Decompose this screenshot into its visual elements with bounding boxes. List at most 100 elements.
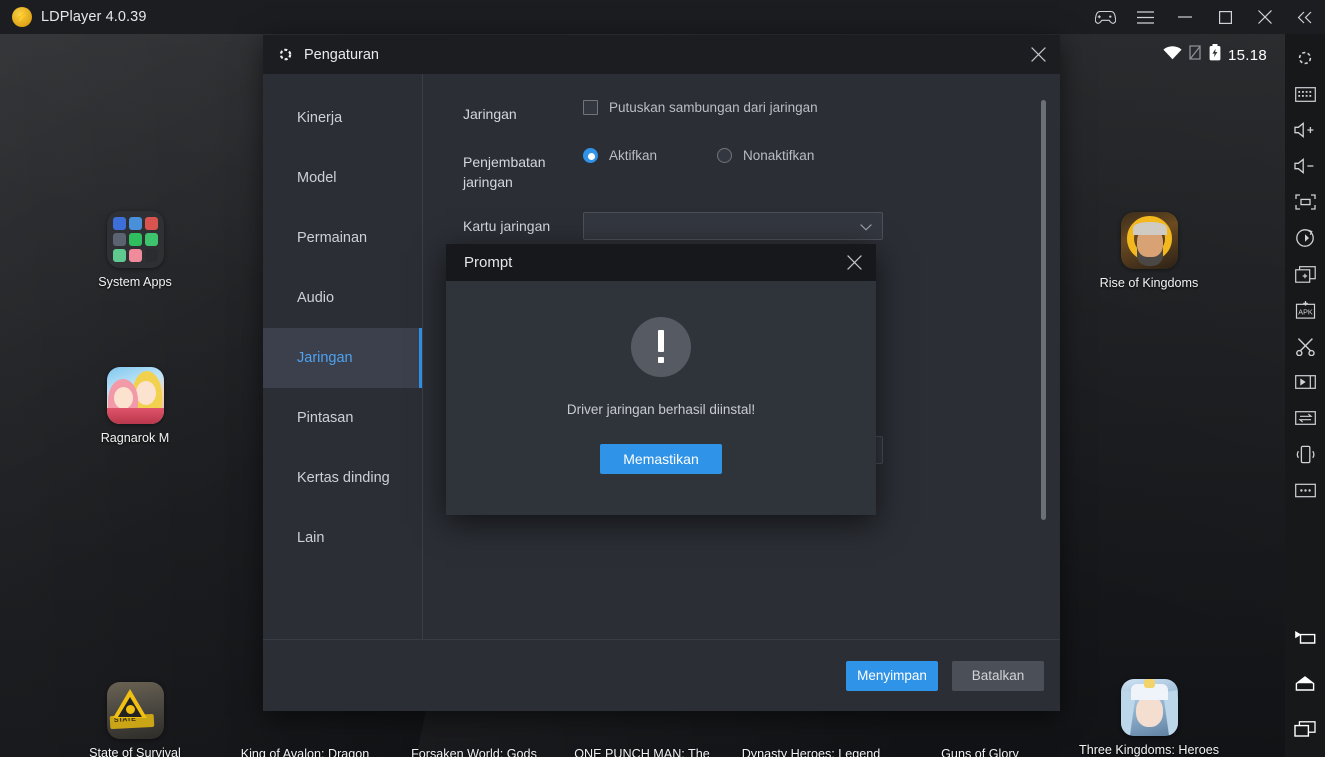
signal-off-icon	[1189, 45, 1202, 65]
exclamation-icon	[631, 317, 691, 377]
network-card-control	[583, 212, 1030, 240]
sidebar-item-audio[interactable]: Audio	[263, 268, 422, 328]
network-card-select[interactable]	[583, 212, 883, 240]
chevron-down-icon	[860, 219, 872, 234]
sidebar-item-permainan[interactable]: Permainan	[263, 208, 422, 268]
status-time: 15.18	[1227, 46, 1267, 64]
row-network-card: Kartu jaringan	[423, 212, 1060, 240]
app-label-one-punch-man: ONE PUNCH MAN: The Strongest	[574, 747, 710, 757]
radio-enable[interactable]: Aktifkan	[583, 148, 657, 163]
scrollbar-thumb[interactable]	[1041, 100, 1046, 520]
ldplayer-logo-icon	[12, 7, 32, 27]
checkbox-box	[583, 100, 598, 115]
settings-footer: Menyimpan Batalkan	[263, 639, 1060, 711]
sidebar-item-label: Audio	[297, 290, 335, 306]
app-icon-ragnarok-m[interactable]: Ragnarok M	[79, 367, 191, 446]
sidebar-item-kertas-dinding[interactable]: Kertas dinding	[263, 448, 422, 508]
back-icon[interactable]	[1285, 619, 1325, 655]
menu-icon[interactable]	[1125, 0, 1165, 34]
radio-label: Nonaktifkan	[743, 148, 815, 163]
keyboard-icon[interactable]	[1285, 76, 1325, 112]
prompt-message: Driver jaringan berhasil diinstal!	[566, 402, 756, 417]
app-label-guns-of-glory: Guns of Glory	[941, 747, 1019, 757]
settings-gear-icon[interactable]	[1285, 40, 1325, 76]
exclamation-mark	[658, 330, 664, 364]
settings-close-button[interactable]	[1016, 35, 1060, 74]
home-icon[interactable]	[1285, 665, 1325, 701]
network-control: Putuskan sambungan dari jaringan	[583, 100, 1030, 120]
shake-device-icon[interactable]	[1285, 436, 1325, 472]
android-statusbar: 15.18	[1163, 44, 1267, 66]
battery-charging-icon	[1209, 44, 1221, 66]
sidebar-item-jaringan[interactable]: Jaringan	[263, 328, 422, 388]
settings-sidebar: Kinerja Model Permainan Audio Jaringan P…	[263, 74, 423, 639]
shake-transfer-icon[interactable]	[1285, 400, 1325, 436]
cancel-button[interactable]: Batalkan	[952, 660, 1044, 691]
row-bridging: Penjembatan jaringan Aktifkan Nonaktifka…	[423, 148, 1060, 192]
recent-apps-icon[interactable]	[1285, 711, 1325, 747]
app-label-dynasty-heroes: Dynasty Heroes: Legend of SamKok	[741, 747, 881, 757]
volume-down-icon[interactable]	[1285, 148, 1325, 184]
app-label: Three Kingdoms: Heroes Saga	[1079, 743, 1219, 757]
bridging-radio-group: Aktifkan Nonaktifkan	[583, 148, 1030, 163]
prompt-title: Prompt	[464, 254, 513, 271]
app-label: Ragnarok M	[100, 431, 170, 445]
sidebar-item-label: Model	[297, 170, 337, 186]
app-icon-three-kingdoms[interactable]: Three Kingdoms: Heroes Saga	[1074, 679, 1224, 757]
minimize-icon[interactable]	[1165, 0, 1205, 34]
radio-circle	[717, 148, 733, 163]
rise-of-kingdoms-icon	[1120, 212, 1178, 269]
row-network: Jaringan Putuskan sambungan dari jaringa…	[423, 100, 1060, 124]
close-icon[interactable]	[1245, 0, 1285, 34]
prompt-close-button[interactable]	[832, 244, 876, 281]
sidebar-item-label: Permainan	[297, 230, 368, 246]
collapse-icon[interactable]	[1285, 0, 1325, 34]
sidebar-item-lain[interactable]: Lain	[263, 508, 422, 568]
multi-instance-icon[interactable]	[1285, 256, 1325, 292]
sidebar-item-label: Kertas dinding	[297, 470, 390, 486]
android-nav-buttons	[1285, 619, 1325, 757]
gamepad-icon[interactable]	[1085, 0, 1125, 34]
app-icon-system-apps[interactable]: System Apps	[79, 211, 191, 290]
sidebar-item-kinerja[interactable]: Kinerja	[263, 88, 422, 148]
content-scrollbar[interactable]	[1041, 100, 1046, 560]
install-apk-icon[interactable]: APK	[1285, 292, 1325, 328]
app-title: LDPlayer 4.0.39	[41, 9, 147, 25]
app-label-king-of-avalon: King of Avalon: Dragon War	[240, 747, 370, 757]
app-root: LDPlayer 4.0.39	[0, 0, 1325, 757]
wifi-icon	[1163, 45, 1182, 65]
sidebar-item-pintasan[interactable]: Pintasan	[263, 388, 422, 448]
screenshot-scissors-icon[interactable]	[1285, 328, 1325, 364]
fullscreen-icon[interactable]	[1285, 184, 1325, 220]
bridging-control: Aktifkan Nonaktifkan	[583, 148, 1030, 163]
prompt-titlebar: Prompt	[446, 244, 876, 281]
system-apps-folder-icon	[106, 211, 164, 268]
video-record-icon[interactable]	[1285, 364, 1325, 400]
app-label: System Apps	[98, 275, 172, 289]
sidebar-item-label: Jaringan	[297, 350, 353, 366]
network-card-label: Kartu jaringan	[463, 218, 551, 234]
sidebar-item-label: Kinerja	[297, 110, 343, 126]
settings-title: Pengaturan	[304, 46, 379, 63]
save-button[interactable]: Menyimpan	[846, 660, 938, 691]
app-icon-rise-of-kingdoms[interactable]: Rise of Kingdoms	[1093, 212, 1205, 291]
disconnect-network-checkbox[interactable]: Putuskan sambungan dari jaringan	[583, 100, 818, 115]
maximize-icon[interactable]	[1205, 0, 1245, 34]
radio-circle	[583, 148, 598, 163]
state-of-survival-icon	[106, 682, 164, 739]
more-options-icon[interactable]	[1285, 472, 1325, 508]
sidebar-item-label: Lain	[297, 530, 325, 546]
radio-disable[interactable]: Nonaktifkan	[717, 148, 814, 163]
rotate-screen-icon[interactable]	[1285, 220, 1325, 256]
volume-up-icon[interactable]	[1285, 112, 1325, 148]
app-icon-state-of-survival[interactable]: State of Survival	[79, 682, 191, 757]
app-label-forsaken-world: Forsaken World: Gods and demons	[411, 747, 537, 757]
ragnarok-m-icon	[106, 367, 164, 424]
prompt-confirm-button[interactable]: Memastikan	[600, 444, 722, 474]
prompt-dialog: Prompt Driver jaringan berhasil diinstal…	[446, 244, 876, 515]
bridging-label: Penjembatan jaringan	[463, 154, 546, 190]
settings-titlebar: Pengaturan	[263, 35, 1060, 74]
svg-text:APK: APK	[1298, 308, 1313, 317]
sidebar-item-model[interactable]: Model	[263, 148, 422, 208]
app-label: State of Survival	[89, 746, 181, 757]
